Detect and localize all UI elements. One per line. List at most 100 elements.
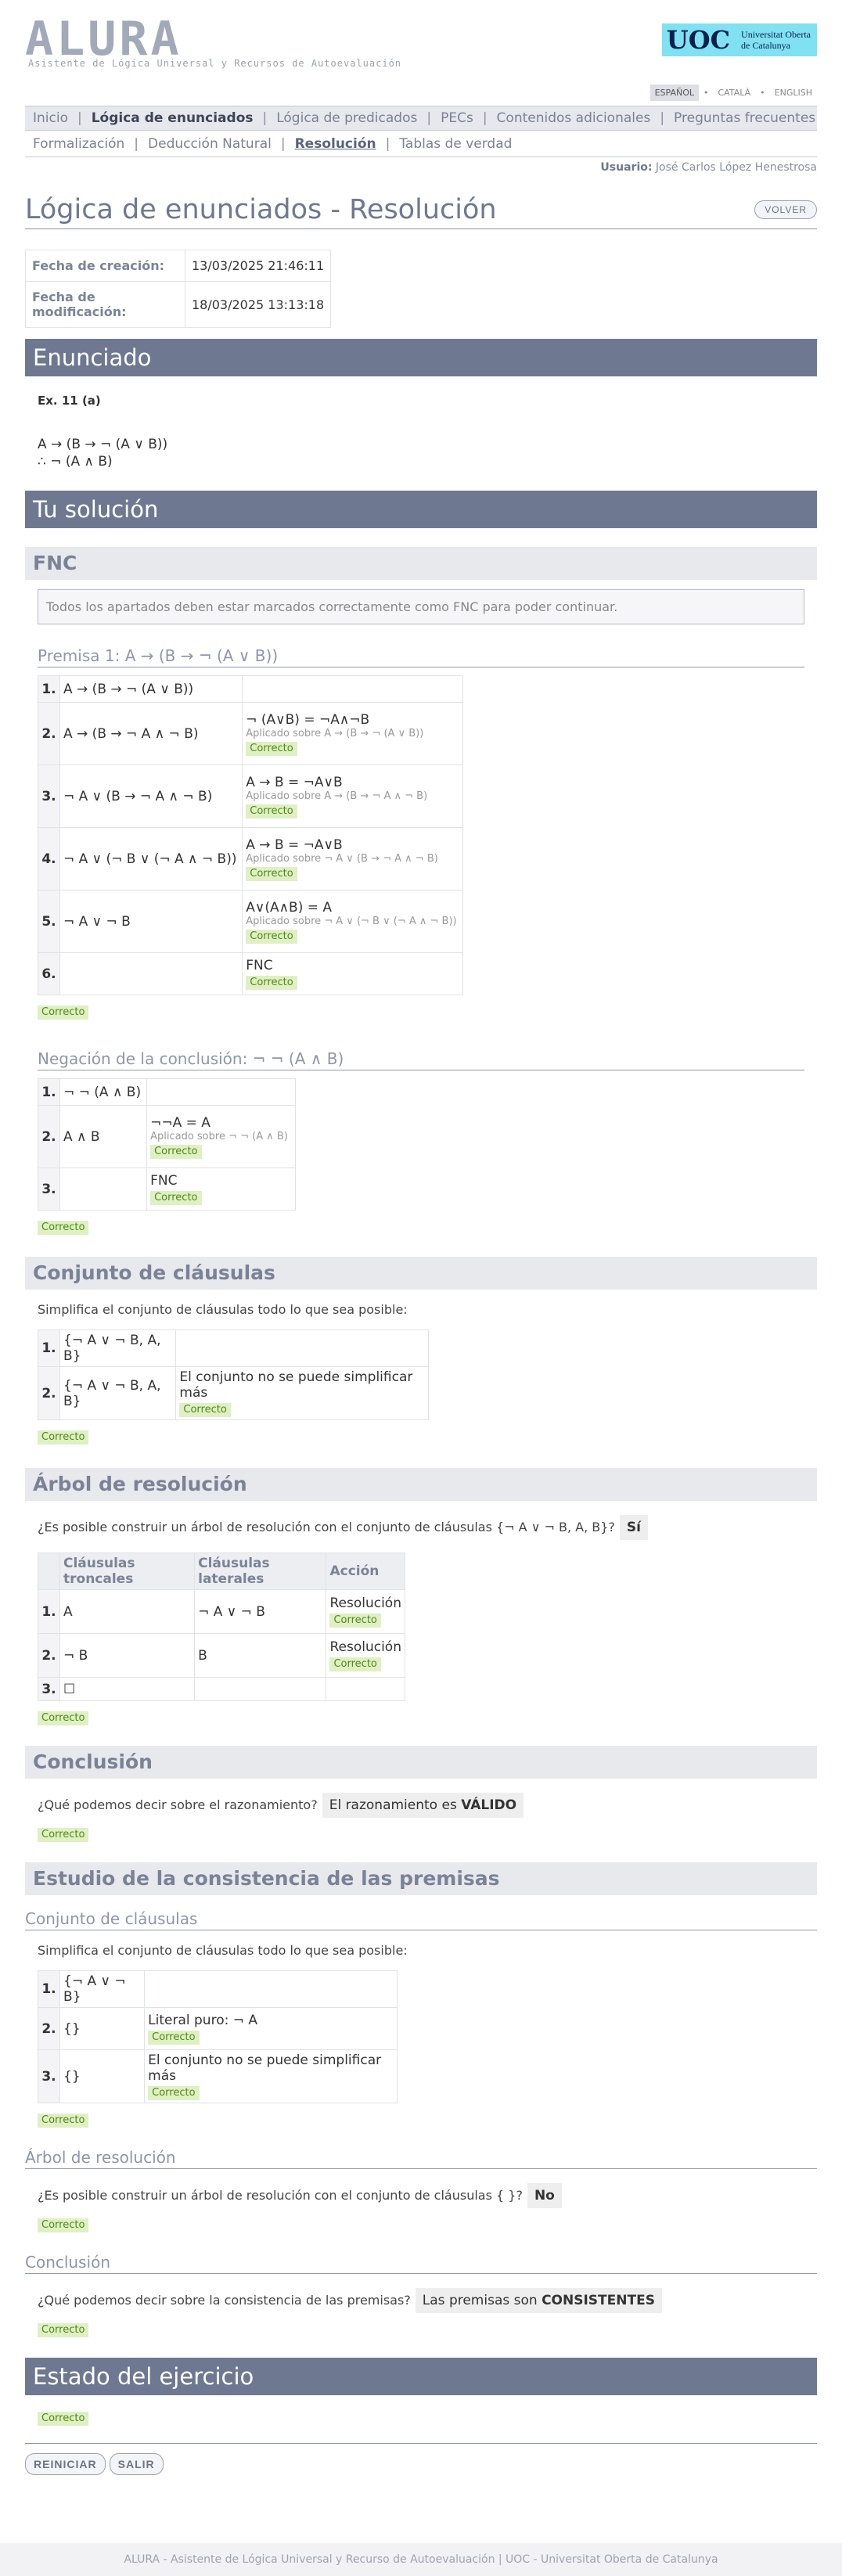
resolution-tree-table: Cláusulas troncales Cláusulas laterales Ac… [38,1552,405,1701]
tree-question: ¿Es posible construir un árbol de resolu… [38,1520,615,1534]
sub-nav: Formalización | Deducción Natural | Resolu… [25,131,817,157]
tree-action-cell [326,1677,405,1701]
premise-applied-on: Aplicado sobre ¬ A ∨ (¬ B ∨ (¬ A ∧ ¬ B)) [246,915,457,927]
consistency-concl-answer[interactable]: Las premisas son CONSISTENTES [415,2288,662,2313]
exit-button[interactable]: SALIR [109,2453,164,2475]
consistency-note-cell: El conjunto no se puede simplificar más C… [144,2049,398,2103]
negation-rule-cell [146,1078,296,1106]
negation-steps-table: 1. ¬ ¬ (A ∧ B) 2. A ∧ B ¬¬A = A Aplicado sobr… [38,1078,296,1211]
uoc-name: Universitat Oberta de Catalunya [735,23,817,56]
tree-status-tag: Correcto [329,1657,381,1671]
negation-status-tag: Correcto [150,1191,202,1205]
consistency-note-cell [144,1970,398,2008]
negation-row: 3. FNC Correcto [38,1167,296,1211]
negation-rule-cell: ¬¬A = A Aplicado sobre ¬ ¬ (A ∧ B) Correct… [146,1105,296,1168]
consistency-tree-row: ¿Es posible construir un árbol de resolu… [38,2183,804,2208]
subnav-formalizacion[interactable]: Formalización [33,136,124,152]
lang-en[interactable]: ENGLISH [770,85,817,101]
page: { "app": { "logo_text": "ALURA", "logo_s… [0,0,842,2576]
tree-result: Correcto [38,1711,89,1725]
premise-row: 5. ¬ A ∨ ¬ B A∨(A∧B) = A Aplicado sobre ¬ A… [38,890,463,953]
conclusion-answer[interactable]: El razonamiento es VÁLIDO [322,1793,524,1818]
tree-header-0: Cláusulas troncales [59,1552,196,1590]
clauses-note-cell: El conjunto no se puede simplificar más C… [175,1366,429,1420]
negation-formula: A ∧ B [59,1105,148,1168]
conclusion-question-row: ¿Qué podemos decir sobre el razonamiento… [38,1793,804,1818]
user-line: Usuario: José Carlos López Henestrosa [600,161,817,174]
premise-formula: ¬ A ∨ (B → ¬ A ∧ ¬ B) [59,765,243,828]
fnc-warning: Todos los apartados deben estar marcados… [38,589,804,624]
conclusion-question: ¿Qué podemos decir sobre el razonamiento… [38,1797,318,1812]
tree-header-row: Cláusulas troncales Cláusulas laterales Ac… [38,1552,405,1590]
premise-title: Premisa 1: A → (B → ¬ (A ∨ B)) [38,646,804,667]
main-nav: Inicio | Lógica de enunciados | Lógica de … [25,106,817,131]
premise-formula: A → (B → ¬ (A ∨ B)) [59,675,243,703]
created-value: 13/03/2025 21:46:11 [184,250,332,282]
tree-answer[interactable]: Sí [619,1515,648,1540]
reset-button[interactable]: REINICIAR [25,2453,106,2475]
tree-lateral-clause [194,1677,327,1701]
nav-contenidos[interactable]: Contenidos adicionales [497,110,651,126]
consistency-tree-title: Árbol de resolución [25,2148,817,2169]
subnav-deduccion[interactable]: Deducción Natural [148,136,272,152]
tree-header-2: Acción [326,1552,405,1590]
clauses-row: 2. {¬ A ∨ ¬ B, A, B} El conjunto no se pue… [38,1366,429,1420]
lang-es[interactable]: ESPAÑOL [649,85,699,101]
premise-applied-on: Aplicado sobre ¬ A ∨ (B → ¬ A ∧ ¬ B) [246,852,438,865]
consistency-row: 1. {¬ A ∨ ¬ B} [38,1970,398,2008]
tree-heading: Árbol de resolución [25,1468,817,1501]
premise-rule-cell: A∨(A∧B) = A Aplicado sobre ¬ A ∨ (¬ B ∨ (… [242,890,463,953]
nav-inicio[interactable]: Inicio [33,110,68,126]
premise-row-number: 5. [38,890,60,953]
premise-row-number: 1. [38,675,60,703]
uoc-logo[interactable]: UOC Universitat Oberta de Catalunya [661,23,817,56]
consistency-clause-set: {} [59,2007,146,2050]
premise-row: 3. ¬ A ∨ (B → ¬ A ∧ ¬ B) A → B = ¬A∨B Aplic… [38,765,463,828]
clauses-heading: Conjunto de cláusulas [25,1257,817,1290]
action-bar: REINICIAR SALIR [25,2443,817,2475]
premise-rule: A∨(A∧B) = A [246,899,333,916]
consistency-status-tag: Correcto [148,2086,200,2100]
subnav-resolucion[interactable]: Resolución [295,136,376,152]
conclusion-result: Correcto [38,1828,89,1842]
nav-logica-predicados[interactable]: Lógica de predicados [276,110,417,126]
subnav-tablas[interactable]: Tablas de verdad [399,136,512,152]
clauses-instruction: Simplifica el conjunto de cláusulas todo… [38,1302,408,1317]
modified-value: 18/03/2025 13:13:18 [184,281,332,328]
consistency-row-number: 1. [38,1970,60,2008]
title-row: Lógica de enunciados - Resolución VOLVER [25,194,817,229]
consistency-tree-answer[interactable]: No [527,2183,562,2208]
consistency-clauses-title: Conjunto de cláusulas [25,1909,817,1930]
alura-logo[interactable]: ALURA [25,16,182,63]
negation-result: Correcto [38,1221,89,1235]
premise-row: 1. A → (B → ¬ (A ∨ B)) [38,675,463,703]
nav-faq[interactable]: Preguntas frecuentes [674,110,815,126]
premise-row-number: 2. [38,702,60,765]
site-header: ALURA Asistente de Lógica Universal y Re… [0,0,842,75]
tree-row-number: 1. [38,1589,60,1634]
lang-ca[interactable]: CATALÀ [714,85,756,101]
premise-status-tag: Correcto [246,804,297,818]
consistency-clauses-result: Correcto [38,2114,89,2128]
premise-formula: ¬ A ∨ (¬ B ∨ (¬ A ∧ ¬ B)) [59,827,243,890]
clauses-table: 1. {¬ A ∨ ¬ B, A, B} 2. {¬ A ∨ ¬ B, A, B} El… [38,1329,429,1420]
nav-logica-enunciados[interactable]: Lógica de enunciados [92,110,254,126]
state-result: Correcto [38,2412,89,2426]
exercise-number: Ex. 11 (a) [38,394,101,408]
uoc-mark: UOC [661,23,736,56]
nav-pecs[interactable]: PECs [441,110,473,126]
back-button[interactable]: VOLVER [754,200,817,219]
premise-status-tag: Correcto [246,929,297,944]
conclusion-heading: Conclusión [25,1746,817,1779]
clauses-result: Correcto [38,1430,89,1445]
premise-row-number: 3. [38,765,60,828]
tree-row: 2. ¬ B B Resolución Correcto [38,1633,405,1678]
negation-row-number: 2. [38,1105,60,1168]
page-title: Lógica de enunciados - Resolución [25,194,497,225]
tree-lateral-clause: ¬ A ∨ ¬ B [194,1589,327,1634]
tree-row-number: 3. [38,1677,60,1701]
negation-status-tag: Correcto [150,1144,202,1159]
consistency-heading: Estudio de la consistencia de las premis… [25,1862,817,1895]
tree-trunk-clause: A [59,1589,196,1634]
tree-lateral-clause: B [194,1633,327,1678]
